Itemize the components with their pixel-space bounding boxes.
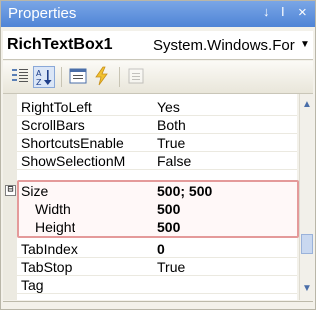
collapse-icon[interactable]: ⊟: [5, 185, 16, 196]
toolbar: A Z: [3, 61, 313, 94]
scroll-thumb[interactable]: [301, 234, 313, 254]
properties-icon[interactable]: [67, 66, 89, 88]
window-title: Properties: [8, 5, 77, 22]
toolbar-separator: [119, 67, 120, 87]
property-value[interactable]: True: [157, 259, 185, 275]
property-grid: RightToLeft Yes ScrollBars Both Shortcut…: [3, 94, 299, 300]
property-row-tabstop[interactable]: TabStop True: [3, 258, 297, 276]
property-pages-icon[interactable]: [125, 66, 147, 88]
property-name: TabIndex: [21, 241, 78, 257]
events-icon[interactable]: [91, 66, 113, 88]
property-value[interactable]: Yes: [157, 99, 180, 115]
property-value[interactable]: Both: [157, 117, 186, 133]
property-value[interactable]: True: [157, 135, 185, 151]
alphabetical-icon[interactable]: A Z: [33, 66, 55, 88]
close-icon[interactable]: ×: [298, 4, 307, 21]
property-row-height[interactable]: Height 500: [3, 218, 297, 236]
categorized-icon[interactable]: [9, 66, 31, 88]
property-row-showselectionmargin[interactable]: ShowSelectionM False: [3, 152, 297, 170]
property-name: Height: [35, 219, 76, 235]
vertical-scrollbar[interactable]: ▲ ▼: [299, 94, 314, 300]
property-name: Width: [35, 201, 71, 217]
property-name: Size: [21, 183, 49, 199]
title-bar: Properties ↓ I ×: [1, 1, 315, 27]
property-row-shortcutsenabled[interactable]: ShortcutsEnable True: [3, 134, 297, 152]
property-row-width[interactable]: Width 500: [3, 200, 297, 218]
svg-text:A: A: [36, 69, 42, 78]
object-selector[interactable]: RichTextBox1 System.Windows.For ▼: [3, 31, 313, 60]
property-name: ScrollBars: [21, 117, 85, 133]
bottom-divider: [3, 301, 313, 302]
pin-icon[interactable]: ↓: [263, 4, 270, 19]
autohide-icon[interactable]: I: [281, 4, 285, 19]
property-value[interactable]: 500; 500: [157, 183, 212, 199]
property-row-righttoleft[interactable]: RightToLeft Yes: [3, 98, 297, 116]
property-row-tabindex[interactable]: TabIndex 0: [3, 240, 297, 258]
property-value[interactable]: 0: [157, 241, 165, 257]
property-name: RightToLeft: [21, 99, 92, 115]
object-type: System.Windows.For: [153, 37, 295, 54]
property-row-tag[interactable]: Tag: [3, 276, 297, 294]
scroll-up-icon[interactable]: ▲: [300, 98, 314, 112]
property-name: ShortcutsEnable: [21, 135, 124, 151]
svg-text:Z: Z: [36, 78, 42, 87]
property-value[interactable]: False: [157, 153, 191, 169]
property-name: Tag: [21, 277, 44, 293]
property-value[interactable]: 500: [157, 201, 180, 217]
property-value[interactable]: 500: [157, 219, 180, 235]
property-name: ShowSelectionM: [21, 153, 126, 169]
toolbar-separator: [61, 67, 62, 87]
property-row-scrollbars[interactable]: ScrollBars Both: [3, 116, 297, 134]
scroll-down-icon[interactable]: ▼: [300, 282, 314, 296]
object-name: RichTextBox1: [7, 36, 113, 53]
property-name: TabStop: [21, 259, 73, 275]
property-row-size[interactable]: ⊟ Size 500; 500: [3, 182, 297, 200]
chevron-down-icon[interactable]: ▼: [299, 36, 311, 54]
properties-panel: Properties ↓ I × RichTextBox1 System.Win…: [0, 0, 316, 310]
